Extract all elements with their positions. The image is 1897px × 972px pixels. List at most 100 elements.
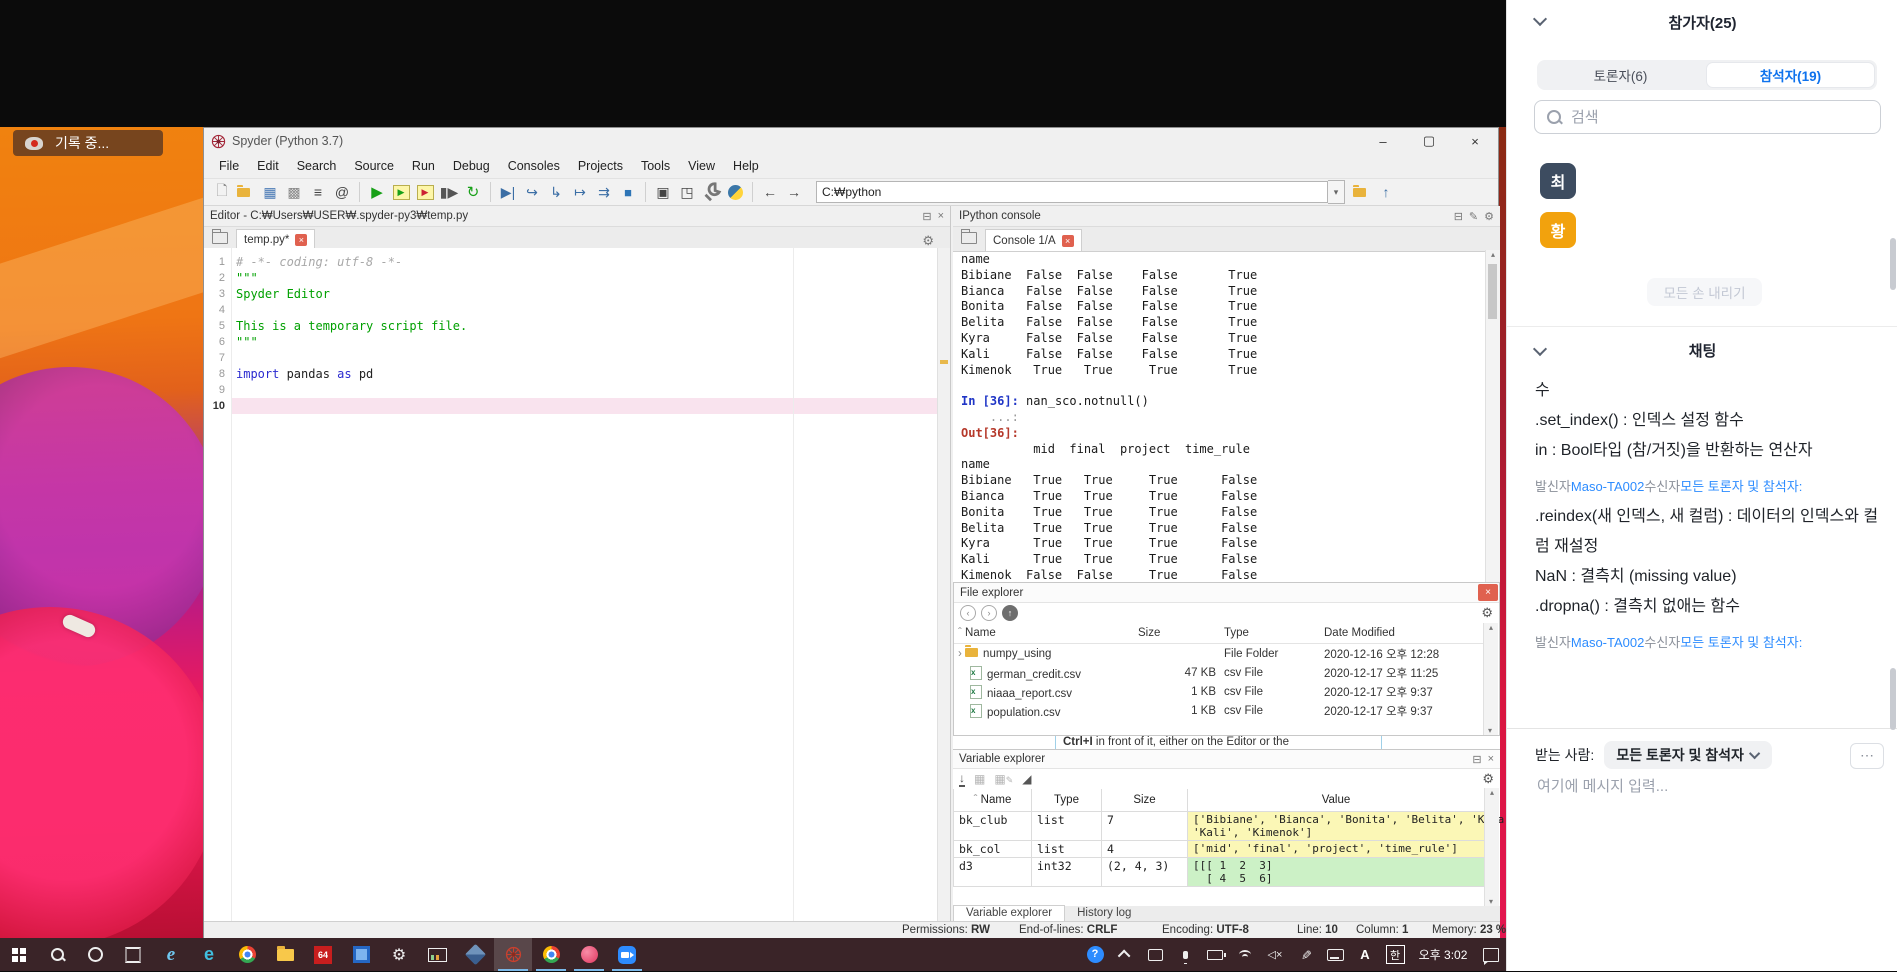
- import-data-icon[interactable]: ↓: [959, 771, 965, 787]
- task-view-button[interactable]: [114, 938, 152, 971]
- ve-gear-icon[interactable]: ⚙: [1482, 771, 1494, 787]
- photos-button[interactable]: [342, 938, 380, 971]
- ve-col-size[interactable]: Size: [1102, 789, 1188, 812]
- settings-button[interactable]: ⚙: [380, 938, 418, 971]
- maximize-pane-icon[interactable]: ▣: [652, 181, 674, 203]
- fe-col-type[interactable]: Type: [1220, 623, 1320, 644]
- chrome-button[interactable]: [228, 938, 266, 971]
- menu-source[interactable]: Source: [345, 159, 403, 173]
- fullscreen-icon[interactable]: ◳: [676, 181, 698, 203]
- python-path-icon[interactable]: [724, 181, 746, 203]
- variable-explorer-scrollbar[interactable]: ▴ ▾: [1484, 788, 1499, 906]
- ve-col-name[interactable]: ˆ Name: [954, 789, 1032, 812]
- console-browse-tabs-icon[interactable]: [961, 232, 977, 244]
- console-edit-icon[interactable]: ✎: [1469, 210, 1478, 223]
- save-icon[interactable]: ▦: [259, 181, 281, 203]
- stop-debug-icon[interactable]: ■: [617, 181, 639, 203]
- tab-console-1a[interactable]: Console 1/A ×: [985, 229, 1082, 251]
- menu-help[interactable]: Help: [724, 159, 768, 173]
- save-data-icon[interactable]: ▦: [974, 772, 985, 786]
- browse-tabs-icon[interactable]: [212, 232, 228, 244]
- menu-view[interactable]: View: [679, 159, 724, 173]
- scroll-up-icon[interactable]: ▴: [1490, 788, 1494, 797]
- run-file-icon[interactable]: ▶: [366, 181, 388, 203]
- console-tab-close-icon[interactable]: ×: [1062, 235, 1074, 247]
- ve-col-type[interactable]: Type: [1032, 789, 1102, 812]
- file-switcher-icon[interactable]: ≡: [307, 181, 329, 203]
- debug-file-icon[interactable]: ▶|: [497, 181, 519, 203]
- working-directory-input[interactable]: [816, 181, 1328, 203]
- scroll-up-icon[interactable]: ▴: [1491, 250, 1495, 259]
- variable-row[interactable]: d3 int32 (2, 4, 3) [[[ 1 2 3] [ 4 5 6]: [954, 858, 1485, 887]
- help-tray-button[interactable]: ?: [1080, 946, 1110, 963]
- start-button[interactable]: [0, 938, 38, 971]
- file-explorer-button[interactable]: [266, 938, 304, 971]
- menu-search[interactable]: Search: [288, 159, 346, 173]
- rerun-cell-icon[interactable]: ↻: [462, 181, 484, 203]
- close-button[interactable]: ×: [1452, 128, 1498, 154]
- spyder-taskbar-button[interactable]: [494, 938, 532, 971]
- battery-button[interactable]: [1200, 950, 1230, 960]
- file-explorer-close-icon[interactable]: ×: [1478, 584, 1498, 601]
- run-cell-advance-icon[interactable]: ▶: [414, 181, 436, 203]
- browse-directory-icon[interactable]: [1351, 181, 1373, 203]
- touch-keyboard-button[interactable]: [1320, 949, 1350, 961]
- new-file-icon[interactable]: 🗋: [211, 181, 233, 203]
- volume-muted-button[interactable]: ◁×: [1260, 948, 1290, 961]
- variable-row[interactable]: bk_col list 4 ['mid', 'final', 'project'…: [954, 841, 1485, 858]
- more-options-button[interactable]: ⋯: [1850, 743, 1884, 769]
- forward-icon[interactable]: →: [783, 181, 805, 203]
- fe-back-icon[interactable]: ‹: [960, 605, 976, 621]
- lower-all-hands-button[interactable]: 모든 손 내리기: [1647, 278, 1762, 306]
- action-center-button[interactable]: [1476, 948, 1506, 962]
- scroll-down-icon[interactable]: ▾: [1489, 897, 1493, 906]
- menu-tools[interactable]: Tools: [632, 159, 679, 173]
- fe-col-size[interactable]: Size: [1134, 623, 1220, 644]
- cortana-button[interactable]: [76, 938, 114, 971]
- fe-parent-icon[interactable]: ↑: [1002, 605, 1018, 621]
- preferences-wrench-icon[interactable]: [700, 181, 722, 203]
- run-selection-icon[interactable]: ▮▶: [438, 181, 460, 203]
- scroll-up-icon[interactable]: ▴: [1489, 623, 1493, 632]
- recipient-dropdown[interactable]: 모든 토론자 및 참석자: [1604, 741, 1772, 769]
- scrollbar-thumb[interactable]: [1488, 264, 1497, 319]
- tab-discussants[interactable]: 토론자(6): [1537, 60, 1704, 90]
- step-into-icon[interactable]: ↳: [545, 181, 567, 203]
- file-row[interactable]: german_credit.csv 47 KB csv File 2020-12…: [954, 663, 1485, 682]
- menu-edit[interactable]: Edit: [248, 159, 288, 173]
- chrome-running-button[interactable]: [532, 938, 570, 971]
- ime-korean-button[interactable]: 한: [1380, 945, 1410, 964]
- presentation-button[interactable]: [418, 938, 456, 971]
- search-button[interactable]: [38, 938, 76, 971]
- step-return-icon[interactable]: ↦: [569, 181, 591, 203]
- console-scrollbar[interactable]: ▴: [1485, 250, 1500, 582]
- tab-attendees[interactable]: 참석자(19): [1706, 62, 1875, 88]
- editor-options-gear-icon[interactable]: ⚙: [922, 233, 934, 249]
- console-gear-icon[interactable]: ⚙: [1484, 210, 1494, 223]
- pink-app-button[interactable]: [570, 938, 608, 971]
- title-bar[interactable]: Spyder (Python 3.7) – ▢ ×: [204, 128, 1498, 154]
- ve-col-value[interactable]: Value: [1188, 789, 1485, 812]
- avatar[interactable]: 황: [1540, 212, 1576, 248]
- scroll-down-icon[interactable]: ▾: [1488, 726, 1492, 735]
- menu-run[interactable]: Run: [403, 159, 444, 173]
- symbol-finder-icon[interactable]: @: [331, 181, 353, 203]
- microphone-button[interactable]: [1170, 951, 1200, 959]
- open-file-icon[interactable]: [235, 181, 257, 203]
- zoom-button[interactable]: [608, 938, 646, 971]
- wifi-button[interactable]: [1230, 950, 1260, 959]
- menu-projects[interactable]: Projects: [569, 159, 632, 173]
- internet-explorer-button[interactable]: e: [152, 938, 190, 971]
- undock-icon[interactable]: ⊟: [922, 210, 931, 223]
- menu-file[interactable]: File: [210, 159, 248, 173]
- continue-icon[interactable]: ⇉: [593, 181, 615, 203]
- tab-close-icon[interactable]: ×: [295, 234, 307, 246]
- chat-message-input[interactable]: [1535, 777, 1869, 796]
- search-input[interactable]: [1569, 108, 1853, 127]
- tab-history-log[interactable]: History log: [1065, 906, 1143, 921]
- sidebar-scrollbar-thumb[interactable]: [1890, 238, 1896, 290]
- fe-col-name[interactable]: ˆ Name: [954, 623, 1134, 644]
- ve-undock-icon[interactable]: ⊟: [1472, 753, 1481, 766]
- back-icon[interactable]: ←: [759, 181, 781, 203]
- close-pane-icon[interactable]: ×: [938, 210, 944, 222]
